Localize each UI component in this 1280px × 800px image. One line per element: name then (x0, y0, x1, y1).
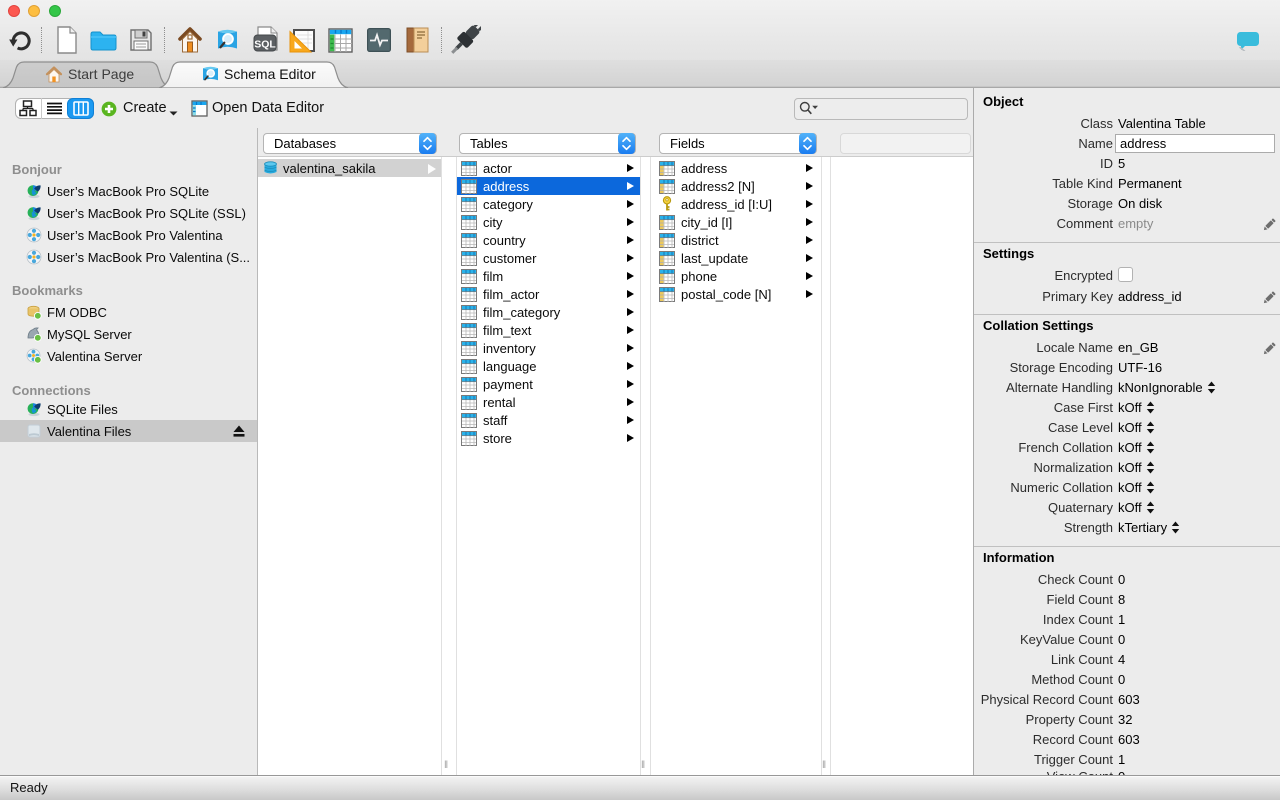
svg-text:SQL: SQL (254, 39, 276, 51)
svg-text:Schema Editor: Schema Editor (224, 66, 316, 82)
svg-text:Start Page: Start Page (68, 66, 134, 82)
